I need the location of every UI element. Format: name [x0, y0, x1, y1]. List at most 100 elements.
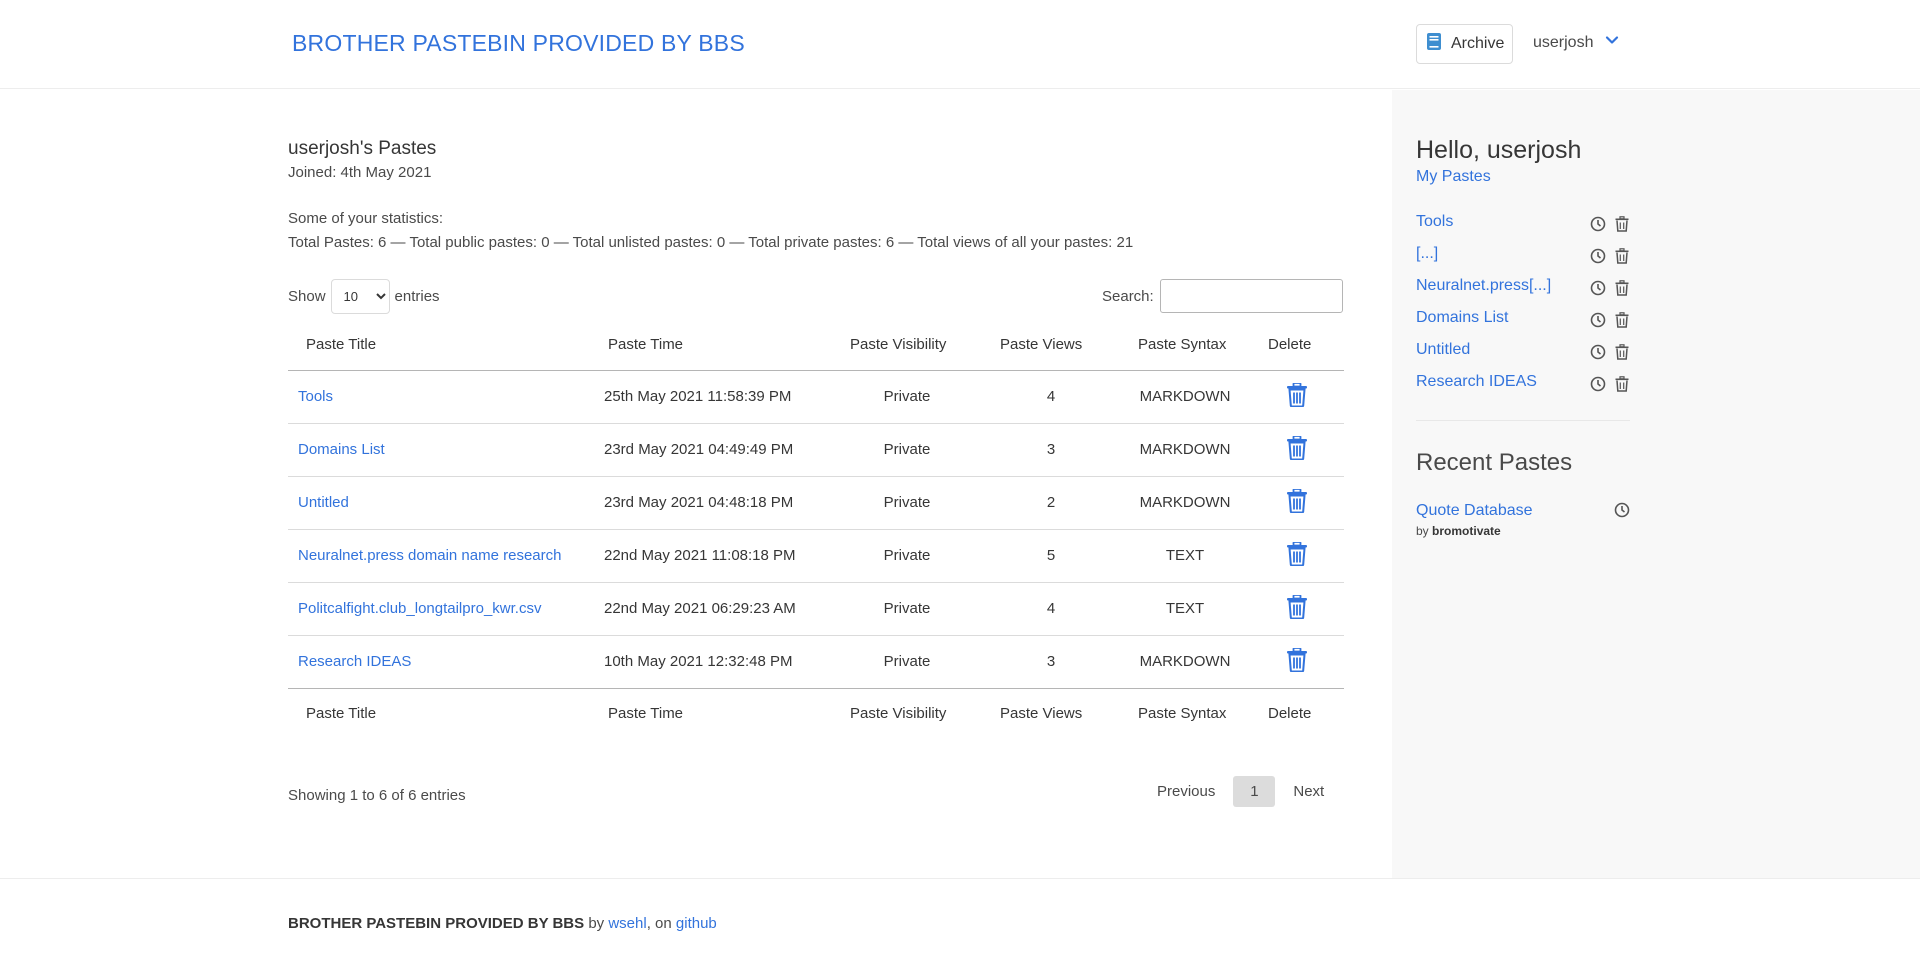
trash-icon[interactable]: [1286, 434, 1308, 464]
paste-views: 5: [1046, 547, 1056, 564]
brand-link[interactable]: BROTHER PASTEBIN PROVIDED BY BBS: [292, 30, 745, 57]
pagination-page-1[interactable]: 1: [1233, 776, 1276, 807]
paste-title-link[interactable]: Untitled: [298, 494, 349, 511]
sidebar-paste-item: Research IDEAS: [1416, 373, 1630, 405]
paste-title-link[interactable]: Neuralnet.press domain name research: [298, 547, 561, 564]
paste-views: 3: [1046, 653, 1056, 670]
pagination: Previous 1 Next: [1145, 776, 1336, 807]
by-label: by: [1416, 524, 1429, 538]
clock-icon[interactable]: [1590, 344, 1606, 365]
sidebar-paste-item: [...]: [1416, 245, 1630, 277]
paste-syntax: MARKDOWN: [1139, 653, 1231, 670]
paste-title-link[interactable]: Tools: [298, 388, 333, 405]
sidebar-greeting: Hello, userjosh: [1416, 136, 1582, 164]
sidebar-paste-link[interactable]: [...]: [1416, 245, 1438, 263]
paste-syntax: TEXT: [1165, 547, 1205, 564]
trash-icon[interactable]: [1286, 540, 1308, 570]
paste-syntax: TEXT: [1165, 600, 1205, 617]
pagination-next[interactable]: Next: [1281, 783, 1336, 800]
col-paste-title: Paste Title: [306, 704, 377, 722]
sidebar: [1392, 90, 1920, 878]
sidebar-paste-item: Untitled: [1416, 341, 1630, 373]
clock-icon[interactable]: [1614, 502, 1630, 523]
paste-visibility: Private: [883, 441, 931, 458]
paste-views: 2: [1046, 494, 1056, 511]
sidebar-paste-link[interactable]: Domains List: [1416, 309, 1508, 327]
footer-brand: BROTHER PASTEBIN PROVIDED BY BBS: [288, 915, 585, 932]
paste-time: 10th May 2021 12:32:48 PM: [604, 653, 793, 670]
paste-title-link[interactable]: Domains List: [298, 441, 385, 458]
paste-views: 3: [1046, 441, 1056, 458]
table-footer-row: Paste Title Paste Time Paste Visibility …: [288, 688, 1344, 738]
col-paste-title[interactable]: Paste Title: [288, 320, 590, 370]
navbar: BROTHER PASTEBIN PROVIDED BY BBS Archive…: [0, 0, 1920, 89]
show-label: Show: [288, 288, 326, 305]
paste-views: 4: [1046, 600, 1056, 617]
sidebar-paste-link[interactable]: Untitled: [1416, 341, 1470, 359]
trash-icon[interactable]: [1286, 487, 1308, 517]
footer-author-link[interactable]: wsehl: [608, 915, 646, 932]
paste-title-link[interactable]: Politcalfight.club_longtailpro_kwr.csv: [298, 600, 541, 617]
search-input[interactable]: [1159, 279, 1343, 313]
col-paste-time: Paste Time: [608, 704, 684, 722]
archive-label: Archive: [1451, 35, 1505, 52]
footer-github-link[interactable]: github: [676, 915, 717, 932]
recent-pastes-heading: Recent Pastes: [1416, 449, 1573, 476]
recent-paste-link[interactable]: Quote Database: [1416, 502, 1533, 523]
entries-select[interactable]: 10: [330, 279, 390, 314]
col-paste-time[interactable]: Paste Time: [590, 320, 832, 370]
clock-icon[interactable]: [1590, 280, 1606, 301]
recent-paste-author: bromotivate: [1432, 524, 1501, 538]
trash-icon[interactable]: [1614, 376, 1630, 397]
clock-icon[interactable]: [1590, 216, 1606, 237]
trash-icon[interactable]: [1286, 646, 1308, 676]
clock-icon[interactable]: [1590, 376, 1606, 397]
username-label: userjosh: [1533, 33, 1594, 51]
show-entries: Show 10 entries: [288, 279, 440, 314]
sidebar-paste-link[interactable]: Tools: [1416, 213, 1453, 231]
trash-icon[interactable]: [1614, 280, 1630, 301]
trash-icon[interactable]: [1614, 344, 1630, 365]
footer-text: BROTHER PASTEBIN PROVIDED BY BBS by wseh…: [288, 915, 717, 932]
trash-icon[interactable]: [1614, 216, 1630, 237]
my-pastes-link[interactable]: My Pastes: [1416, 168, 1491, 186]
paste-time: 23rd May 2021 04:49:49 PM: [604, 441, 794, 458]
sidebar-paste-item: Domains List: [1416, 309, 1630, 341]
paste-syntax: MARKDOWN: [1139, 441, 1231, 458]
trash-icon[interactable]: [1614, 248, 1630, 269]
pagination-previous[interactable]: Previous: [1145, 783, 1227, 800]
col-paste-syntax: Paste Syntax: [1138, 704, 1227, 722]
pastes-table: Paste Title Paste Time Paste Visibility …: [288, 320, 1344, 738]
sidebar-paste-link[interactable]: Neuralnet.press[...]: [1416, 277, 1551, 295]
col-paste-syntax[interactable]: Paste Syntax: [1120, 320, 1250, 370]
archive-button[interactable]: Archive: [1416, 24, 1513, 64]
paste-title-link[interactable]: Research IDEAS: [298, 653, 411, 670]
trash-icon[interactable]: [1286, 593, 1308, 623]
sidebar-paste-link[interactable]: Research IDEAS: [1416, 373, 1537, 391]
col-paste-views[interactable]: Paste Views: [982, 320, 1120, 370]
table-row: Research IDEAS 10th May 2021 12:32:48 PM…: [288, 635, 1344, 688]
joined-date: Joined: 4th May 2021: [288, 164, 432, 181]
table-row: Politcalfight.club_longtailpro_kwr.csv 2…: [288, 582, 1344, 635]
clock-icon[interactable]: [1590, 312, 1606, 333]
col-delete[interactable]: Delete: [1250, 320, 1344, 370]
paste-syntax: MARKDOWN: [1139, 388, 1231, 405]
footer-on: , on: [646, 915, 672, 932]
table-row: Domains List 23rd May 2021 04:49:49 PM P…: [288, 423, 1344, 476]
table-row: Untitled 23rd May 2021 04:48:18 PM Priva…: [288, 476, 1344, 529]
paste-visibility: Private: [883, 653, 931, 670]
book-icon: [1427, 33, 1441, 55]
col-paste-visibility[interactable]: Paste Visibility: [832, 320, 982, 370]
clock-icon[interactable]: [1590, 248, 1606, 269]
trash-icon[interactable]: [1614, 312, 1630, 333]
paste-time: 22nd May 2021 06:29:23 AM: [604, 600, 796, 617]
col-paste-visibility: Paste Visibility: [850, 704, 947, 722]
footer-by: by: [588, 915, 605, 932]
paste-visibility: Private: [883, 494, 931, 511]
paste-visibility: Private: [883, 600, 931, 617]
paste-time: 25th May 2021 11:58:39 PM: [604, 388, 792, 405]
page-title: userjosh's Pastes: [288, 138, 437, 159]
trash-icon[interactable]: [1286, 381, 1308, 411]
user-menu[interactable]: userjosh: [1533, 33, 1619, 52]
sidebar-divider: [1416, 420, 1630, 421]
